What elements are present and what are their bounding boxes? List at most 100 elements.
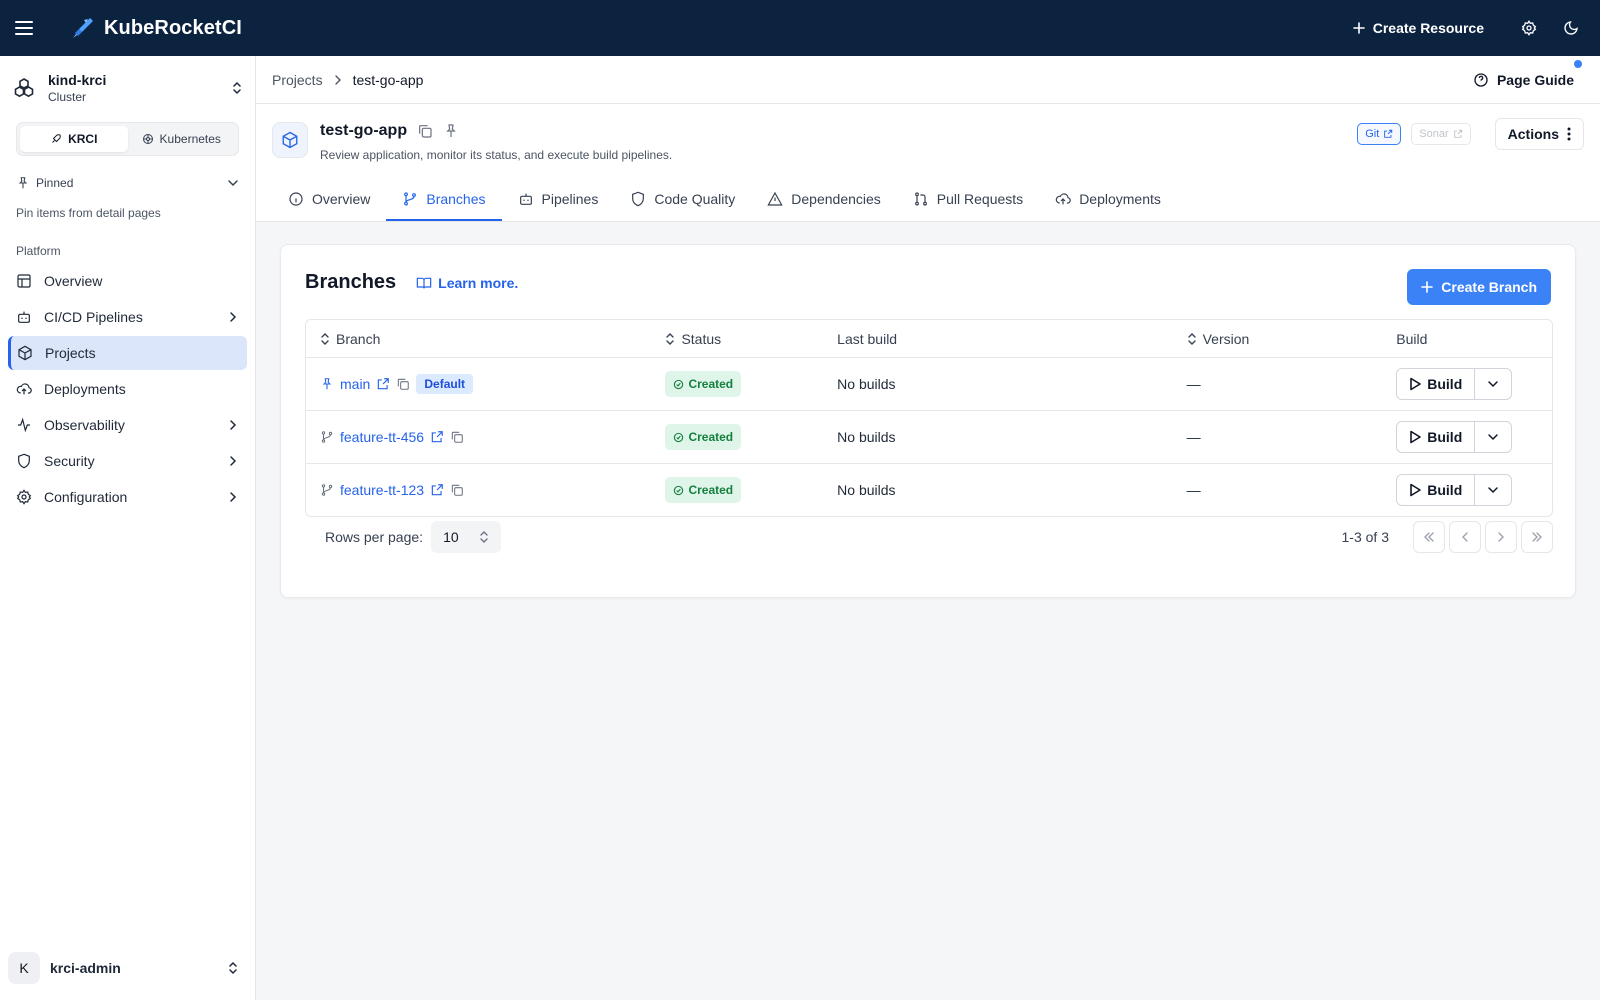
copy-icon[interactable] (450, 483, 464, 497)
cluster-selector[interactable]: kind-krci Cluster (0, 56, 255, 120)
build-button-group: Build (1396, 474, 1513, 506)
user-menu[interactable]: K krci-admin (0, 936, 255, 1000)
external-link-icon[interactable] (430, 483, 444, 497)
tab-pull-requests[interactable]: Pull Requests (897, 179, 1039, 221)
mode-krci-button[interactable]: KRCI (20, 126, 128, 152)
column-version[interactable]: Version (1187, 331, 1397, 347)
shield-icon (632, 191, 645, 207)
build-button[interactable]: Build (1397, 475, 1476, 505)
chevron-down-icon (1488, 434, 1498, 441)
sidebar-item-deployments[interactable]: Deployments (8, 372, 247, 406)
cluster-icon (12, 76, 36, 100)
breadcrumb: Projects test-go-app Page Guide (256, 56, 1600, 104)
mode-kubernetes-button[interactable]: Kubernetes (128, 126, 236, 152)
build-button[interactable]: Build (1397, 369, 1476, 399)
last-build-value: No builds (837, 482, 896, 498)
create-resource-label: Create Resource (1372, 20, 1484, 36)
sidebar-item-overview[interactable]: Overview (8, 264, 247, 298)
prev-page-button[interactable] (1449, 521, 1481, 553)
sidebar-item-observability[interactable]: Observability (8, 408, 247, 442)
external-link-icon[interactable] (430, 430, 444, 444)
check-circle-icon (674, 485, 684, 495)
settings-gear-icon[interactable] (1508, 0, 1550, 56)
external-link-icon (1384, 129, 1393, 138)
build-options-dropdown[interactable] (1475, 422, 1511, 452)
menu-icon[interactable] (0, 0, 48, 56)
column-label: Status (681, 330, 722, 347)
copy-icon[interactable] (450, 430, 464, 444)
external-link-icon (1453, 129, 1462, 138)
dark-mode-moon-icon[interactable] (1550, 0, 1592, 56)
next-page-button[interactable] (1485, 521, 1517, 553)
sonar-link[interactable]: Sonar (1411, 123, 1471, 145)
column-status[interactable]: Status (665, 331, 837, 347)
tab-overview[interactable]: Overview (272, 179, 386, 221)
page-guide-label: Page Guide (1496, 71, 1574, 88)
sidebar-item-security[interactable]: Security (8, 444, 247, 478)
status-badge: Created (665, 477, 742, 503)
sidebar-item-configuration[interactable]: Configuration (8, 480, 247, 514)
tab-pipelines[interactable]: Pipelines (502, 179, 615, 221)
branch-name-link[interactable]: feature-tt-123 (340, 482, 424, 498)
tab-dependencies[interactable]: Dependencies (751, 179, 897, 221)
tab-deployments[interactable]: Deployments (1039, 179, 1177, 221)
git-branch-icon (320, 430, 334, 444)
create-branch-button[interactable]: Create Branch (1407, 269, 1551, 305)
pagination: Rows per page: 10 1-3 of 3 (305, 521, 1553, 553)
chevron-left-icon (1462, 532, 1468, 542)
git-link[interactable]: Git (1357, 123, 1402, 145)
book-open-icon (416, 277, 432, 288)
sidebar-item-label: Projects (45, 345, 96, 361)
page-guide-button[interactable]: Page Guide (1473, 59, 1582, 88)
tab-code-quality[interactable]: Code Quality (614, 179, 751, 221)
column-label: Version (1202, 330, 1250, 347)
status-label: Created (688, 377, 734, 391)
tab-branches[interactable]: Branches (386, 179, 502, 221)
rocket-logo-icon (70, 15, 96, 41)
tab-label: Code Quality (654, 191, 736, 207)
sidebar-item-label: Configuration (44, 489, 128, 505)
warning-triangle-icon (767, 191, 783, 206)
build-options-dropdown[interactable] (1475, 369, 1511, 399)
column-branch[interactable]: Branch (306, 331, 665, 347)
pin-icon (18, 177, 28, 189)
learn-more-link[interactable]: Learn more. (416, 275, 518, 291)
breadcrumb-current: test-go-app (352, 71, 424, 88)
build-label: Build (1427, 376, 1463, 392)
last-page-button[interactable] (1521, 521, 1553, 553)
pin-icon[interactable] (443, 123, 459, 139)
pagination-range: 1-3 of 3 (1341, 529, 1389, 545)
sidebar-item-projects[interactable]: Projects (8, 336, 247, 370)
sidebar-item-label: Deployments (44, 381, 126, 397)
status-badge: Created (665, 424, 742, 450)
branch-name-link[interactable]: main (340, 376, 370, 392)
create-resource-button[interactable]: Create Resource (1352, 20, 1484, 36)
pinned-section-toggle[interactable]: Pinned (16, 176, 239, 190)
brand[interactable]: KubeRocketCI (70, 15, 242, 41)
first-page-button[interactable] (1413, 521, 1445, 553)
rows-per-page-select[interactable]: 10 (431, 521, 502, 553)
build-button[interactable]: Build (1397, 422, 1476, 452)
top-bar: KubeRocketCI Create Resource (0, 0, 1600, 56)
external-link-icon[interactable] (376, 377, 390, 391)
chevron-right-icon (1498, 532, 1504, 542)
branch-name-link[interactable]: feature-tt-456 (340, 429, 424, 445)
copy-icon[interactable] (396, 377, 410, 391)
plus-icon (1421, 281, 1434, 293)
tab-label: Branches (426, 191, 486, 207)
column-label: Build (1396, 330, 1428, 347)
check-circle-icon (674, 379, 684, 389)
learn-more-label: Learn more. (438, 274, 519, 291)
build-options-dropdown[interactable] (1475, 475, 1511, 505)
copy-icon[interactable] (417, 123, 433, 139)
git-pull-request-icon (914, 192, 927, 206)
project-title: test-go-app (320, 122, 408, 139)
actions-button[interactable]: Actions (1494, 118, 1584, 150)
sidebar-item-cicd-pipelines[interactable]: CI/CD Pipelines (8, 300, 247, 334)
layout-icon (16, 273, 36, 289)
check-circle-icon (674, 432, 684, 442)
status-label: Created (688, 483, 734, 497)
pinned-label: Pinned (36, 176, 74, 190)
breadcrumb-projects-link[interactable]: Projects (272, 72, 323, 88)
play-icon (1410, 483, 1422, 497)
